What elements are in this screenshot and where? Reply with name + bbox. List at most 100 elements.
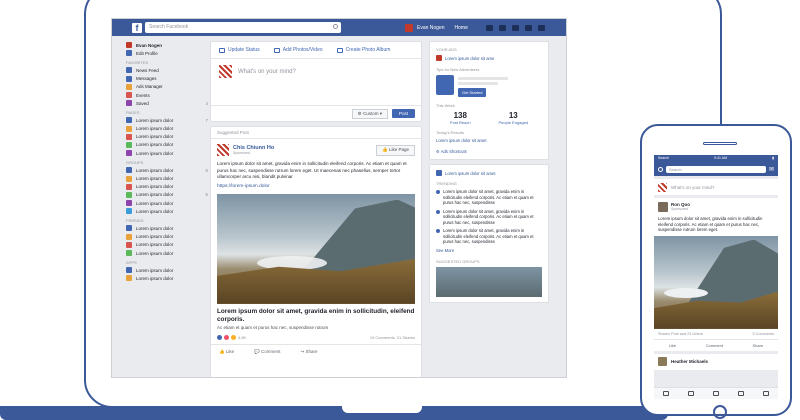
group-icon	[126, 191, 132, 198]
phone-comment-button[interactable]: Comment	[706, 343, 723, 348]
sidebar-item-favorite[interactable]: Messages	[126, 75, 208, 83]
like-page-button[interactable]: 👍 Like Page	[376, 144, 415, 156]
page-item[interactable]: Lorem ipsum dolor sit amet	[436, 170, 542, 176]
search-input[interactable]: Search Facebook	[145, 22, 341, 33]
notifications-icon[interactable]	[511, 24, 519, 31]
sidebar-item-friend-list[interactable]: Lorem ipsum dolor	[126, 233, 208, 241]
avatar	[405, 23, 413, 32]
menu-tab-icon[interactable]	[762, 391, 769, 396]
audience-select[interactable]: ⚙ Custom ▾	[351, 108, 388, 119]
sidebar-item-page[interactable]: Lorem ipsum dolor	[126, 133, 208, 141]
phone-reaction-count[interactable]: Shares Post and 23 others	[658, 332, 703, 336]
sidebar-item-count: 4	[205, 100, 208, 106]
get-started-button[interactable]: Get Started	[458, 88, 487, 97]
ads-shortcuts-link[interactable]: ⚙ Ads Shortcuts	[436, 149, 542, 154]
trending-arrow-icon	[436, 229, 440, 233]
globe-tab-icon[interactable]	[712, 391, 719, 396]
sidebar-item-group[interactable]: Lorem ipsum dolor	[126, 199, 208, 207]
sidebar-item-friend-list[interactable]: Lorem ipsum dolor	[126, 241, 208, 249]
messages-icon[interactable]	[498, 24, 506, 31]
sidebar-item-label: Lorem ipsum dolor	[136, 234, 174, 240]
see-more-link[interactable]: See More	[436, 248, 542, 253]
phone-composer[interactable]: What's on your mind?	[654, 179, 778, 195]
post-reach-value: 138	[453, 111, 467, 120]
search-icon[interactable]	[333, 24, 338, 29]
page-logo-icon[interactable]	[217, 144, 229, 156]
sidebar-item-page[interactable]: Lorem ipsum dolor	[126, 125, 208, 133]
group-cover-image[interactable]	[436, 266, 542, 297]
phone-search-input[interactable]: Search	[666, 166, 766, 173]
post-image[interactable]	[217, 193, 415, 304]
sidebar-item-favorite[interactable]: News Feed	[126, 66, 208, 74]
tab-update-status[interactable]: Update Status	[219, 47, 260, 53]
help-icon[interactable]	[524, 24, 532, 31]
sidebar-item-label: Lorem ipsum dolor	[136, 117, 174, 123]
avatar[interactable]	[658, 202, 668, 212]
friends-tab-icon[interactable]	[688, 391, 695, 396]
camera-icon[interactable]	[658, 167, 663, 172]
like-button[interactable]: 👍 Like	[219, 349, 234, 355]
sidebar-item-app[interactable]: Lorem ipsum dolor	[126, 266, 208, 274]
phone-speaker	[703, 142, 737, 145]
phone-next-post[interactable]: Heather Michaels	[654, 353, 778, 370]
trending-arrow-icon	[436, 209, 440, 214]
friend-list-icon	[126, 233, 132, 240]
sidebar-edit-profile[interactable]: Edit Profile	[126, 49, 208, 57]
sidebar-item-group[interactable]: Lorem ipsum dolor	[126, 174, 208, 182]
reaction-count[interactable]: 4.8K	[238, 335, 246, 340]
sidebar-profile[interactable]: Evan Nogen	[126, 41, 208, 49]
sidebar-item-group[interactable]: Lorem ipsum dolor	[126, 207, 208, 215]
sidebar-item-group[interactable]: Lorem ipsum dolor 6	[126, 166, 208, 174]
trending-item[interactable]: Lorem ipsum dolor sit amet, gravida enim…	[436, 228, 542, 245]
facebook-logo-icon[interactable]: f	[132, 22, 142, 33]
phone-post-image[interactable]	[654, 235, 778, 329]
sidebar-item-group[interactable]: Lorem ipsum dolor 5	[126, 191, 208, 199]
sidebar-item-group[interactable]: Lorem ipsum dolor	[126, 183, 208, 191]
messenger-icon[interactable]: ✉	[769, 166, 774, 173]
sidebar-item-favorite[interactable]: Events	[126, 91, 208, 99]
sidebar-item-label: Lorem ipsum dolor	[136, 126, 174, 132]
comment-count[interactable]: 10 Comments	[370, 335, 395, 340]
link-caption[interactable]: Lorem ipsum dolor sit amet, gravida enim…	[211, 304, 421, 325]
phone-home-button[interactable]	[713, 405, 727, 419]
sidebar-item-label: Lorem ipsum dolor	[136, 134, 174, 140]
results-link[interactable]: Lorem ipsum dolor sit amet	[436, 138, 542, 143]
sidebar-item-favorite[interactable]: Saved 4	[126, 99, 208, 107]
ad-stats: 138 Post Reach 13 People Engaged	[436, 111, 542, 125]
composer-input[interactable]: What's on your mind?	[211, 59, 421, 84]
sidebar-item-favorite[interactable]: Ads Manager	[126, 83, 208, 91]
tab-add-photos[interactable]: Add Photos/Video	[273, 47, 323, 53]
comment-button[interactable]: 💬 Comment	[254, 349, 280, 355]
share-count[interactable]: 21 Shares	[397, 335, 415, 340]
sidebar-item-friend-list[interactable]: Lorem ipsum dolor	[126, 224, 208, 232]
sidebar-item-label: Lorem ipsum dolor	[136, 176, 174, 182]
post-reach-label[interactable]: Post Reach	[450, 120, 471, 125]
phone-comment-count[interactable]: 5 Comments	[752, 332, 774, 336]
tab-album-label: Create Photo Album	[345, 47, 391, 53]
sidebar-item-count: 6	[205, 167, 208, 173]
phone-like-button[interactable]: Like	[669, 343, 676, 348]
share-button[interactable]: ↪ Share	[301, 349, 318, 355]
profile-link[interactable]: Evan Nogen Home	[405, 23, 468, 32]
news-feed-tab-icon[interactable]	[663, 391, 670, 396]
ad-item[interactable]: Lorem ipsum dolor sit ame	[436, 55, 542, 61]
sidebar-item-friend-list[interactable]: Lorem ipsum dolor	[126, 249, 208, 257]
home-link[interactable]: Home	[455, 25, 468, 31]
marketplace-tab-icon[interactable]	[737, 391, 744, 396]
phone-share-button[interactable]: Share	[753, 343, 764, 348]
page-icon	[126, 133, 132, 140]
sidebar-item-app[interactable]: Lorem ipsum dolor	[126, 274, 208, 282]
tab-create-album[interactable]: Create Photo Album	[336, 47, 391, 53]
settings-chevron-icon[interactable]	[537, 24, 545, 31]
trending-item[interactable]: Lorem ipsum dolor sit amet, gravida enim…	[436, 209, 542, 226]
friend-requests-icon[interactable]	[485, 24, 493, 31]
group-icon	[126, 175, 132, 182]
engaged-label[interactable]: People Engaged	[498, 120, 528, 125]
post-link[interactable]: https://lorem-ipsum.dolor	[211, 181, 421, 192]
sidebar-item-page[interactable]: Lorem ipsum dolor	[126, 141, 208, 149]
post-button[interactable]: Post	[391, 109, 415, 118]
camera-icon	[273, 47, 280, 53]
sidebar-item-page[interactable]: Lorem ipsum dolor 7	[126, 116, 208, 124]
sidebar-item-page[interactable]: Lorem ipsum dolor	[126, 149, 208, 157]
trending-item[interactable]: Lorem ipsum dolor sit amet, gravida enim…	[436, 189, 542, 206]
